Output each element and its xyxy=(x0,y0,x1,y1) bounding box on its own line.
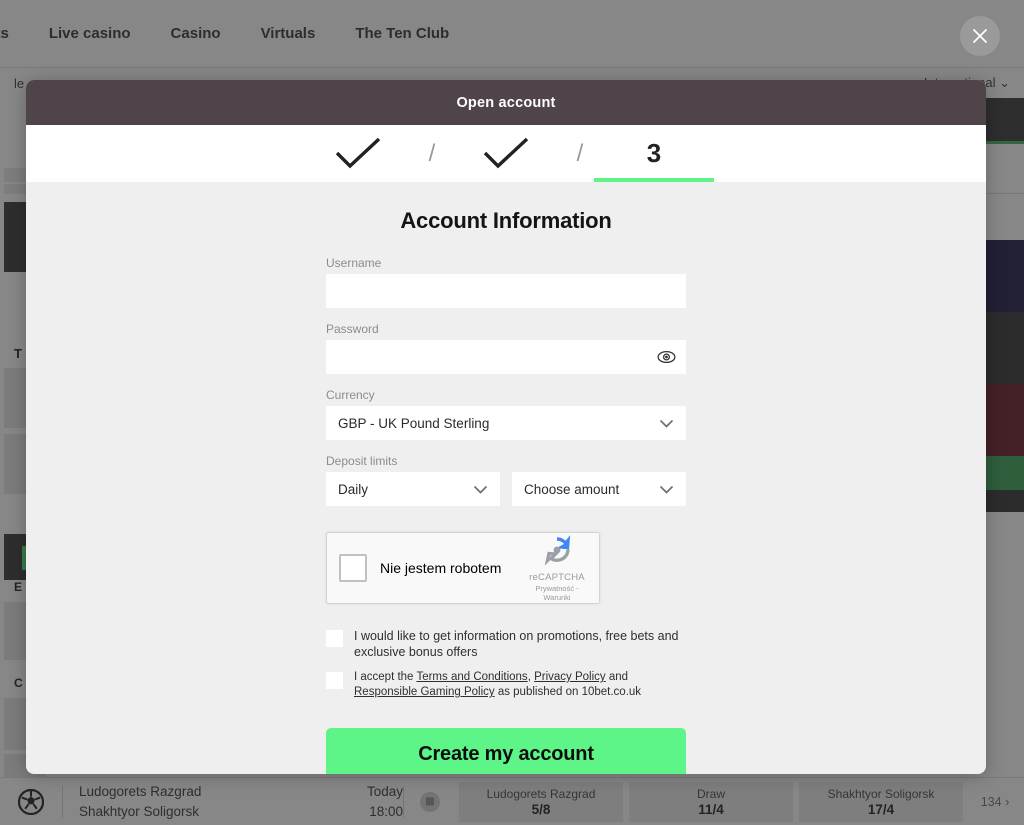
step-3-number: 3 xyxy=(647,138,661,169)
responsible-gaming-policy-link[interactable]: Responsible Gaming Policy xyxy=(354,686,495,698)
check-icon xyxy=(333,137,383,171)
step-separator-2: / xyxy=(566,125,594,182)
currency-select[interactable]: GBP - UK Pound Sterling xyxy=(326,406,686,440)
consent-row-terms: I accept the Terms and Conditions, Priva… xyxy=(326,670,686,700)
chevron-down-icon xyxy=(659,419,674,428)
currency-value: GBP - UK Pound Sterling xyxy=(338,416,489,431)
recaptcha-logo-icon xyxy=(521,535,593,570)
username-label: Username xyxy=(326,256,686,270)
terms-consent-text: I accept the Terms and Conditions, Priva… xyxy=(354,670,686,700)
privacy-policy-link[interactable]: Privacy Policy xyxy=(534,671,606,683)
marketing-consent-text: I would like to get information on promo… xyxy=(354,628,686,660)
recaptcha-checkbox[interactable] xyxy=(339,554,367,582)
terms-and-conditions-link[interactable]: Terms and Conditions xyxy=(416,671,527,683)
recaptcha-brand-name: reCAPTCHA xyxy=(521,572,593,583)
deposit-amount-value: Choose amount xyxy=(524,482,619,497)
open-account-modal: Open account / / 3 Account Information xyxy=(26,80,986,774)
terms-consent-checkbox[interactable] xyxy=(326,672,343,689)
check-icon xyxy=(481,137,531,171)
username-input[interactable] xyxy=(338,283,674,300)
consent-section: I would like to get information on promo… xyxy=(326,628,686,700)
consent-row-marketing: I would like to get information on promo… xyxy=(326,628,686,660)
deposit-limits-label: Deposit limits xyxy=(326,454,686,468)
account-information-form: Account Information Username Password Cu… xyxy=(26,182,986,774)
terms-suffix: as published on 10bet.co.uk xyxy=(495,686,641,698)
modal-header: Open account xyxy=(26,80,986,125)
recaptcha-terms[interactable]: Prywatność - Warunki xyxy=(521,584,593,602)
terms-prefix: I accept the xyxy=(354,671,416,683)
step-2-completed[interactable] xyxy=(446,125,566,182)
password-input[interactable] xyxy=(338,349,674,366)
registration-stepper: / / 3 xyxy=(26,125,986,182)
step-3-active[interactable]: 3 xyxy=(594,125,714,182)
currency-label: Currency xyxy=(326,388,686,402)
recaptcha-brand: reCAPTCHA Prywatność - Warunki xyxy=(521,535,599,602)
deposit-period-value: Daily xyxy=(338,482,368,497)
username-field-wrap[interactable] xyxy=(326,274,686,308)
create-account-button[interactable]: Create my account xyxy=(326,728,686,774)
close-icon xyxy=(971,27,989,45)
step-1-completed[interactable] xyxy=(298,125,418,182)
password-label: Password xyxy=(326,322,686,336)
close-modal-button[interactable] xyxy=(960,16,1000,56)
deposit-amount-select[interactable]: Choose amount xyxy=(512,472,686,506)
terms-sep-2: and xyxy=(606,671,628,683)
chevron-down-icon xyxy=(473,485,488,494)
marketing-consent-checkbox[interactable] xyxy=(326,630,343,647)
step-separator-1: / xyxy=(418,125,446,182)
deposit-period-select[interactable]: Daily xyxy=(326,472,500,506)
eye-icon[interactable] xyxy=(657,351,676,364)
modal-title: Open account xyxy=(456,95,555,111)
recaptcha-label: Nie jestem robotem xyxy=(380,560,521,576)
password-field-wrap[interactable] xyxy=(326,340,686,374)
form-title: Account Information xyxy=(26,208,986,234)
recaptcha-widget[interactable]: Nie jestem robotem reCAPTCHA Prywatność … xyxy=(326,532,600,604)
chevron-down-icon xyxy=(659,485,674,494)
